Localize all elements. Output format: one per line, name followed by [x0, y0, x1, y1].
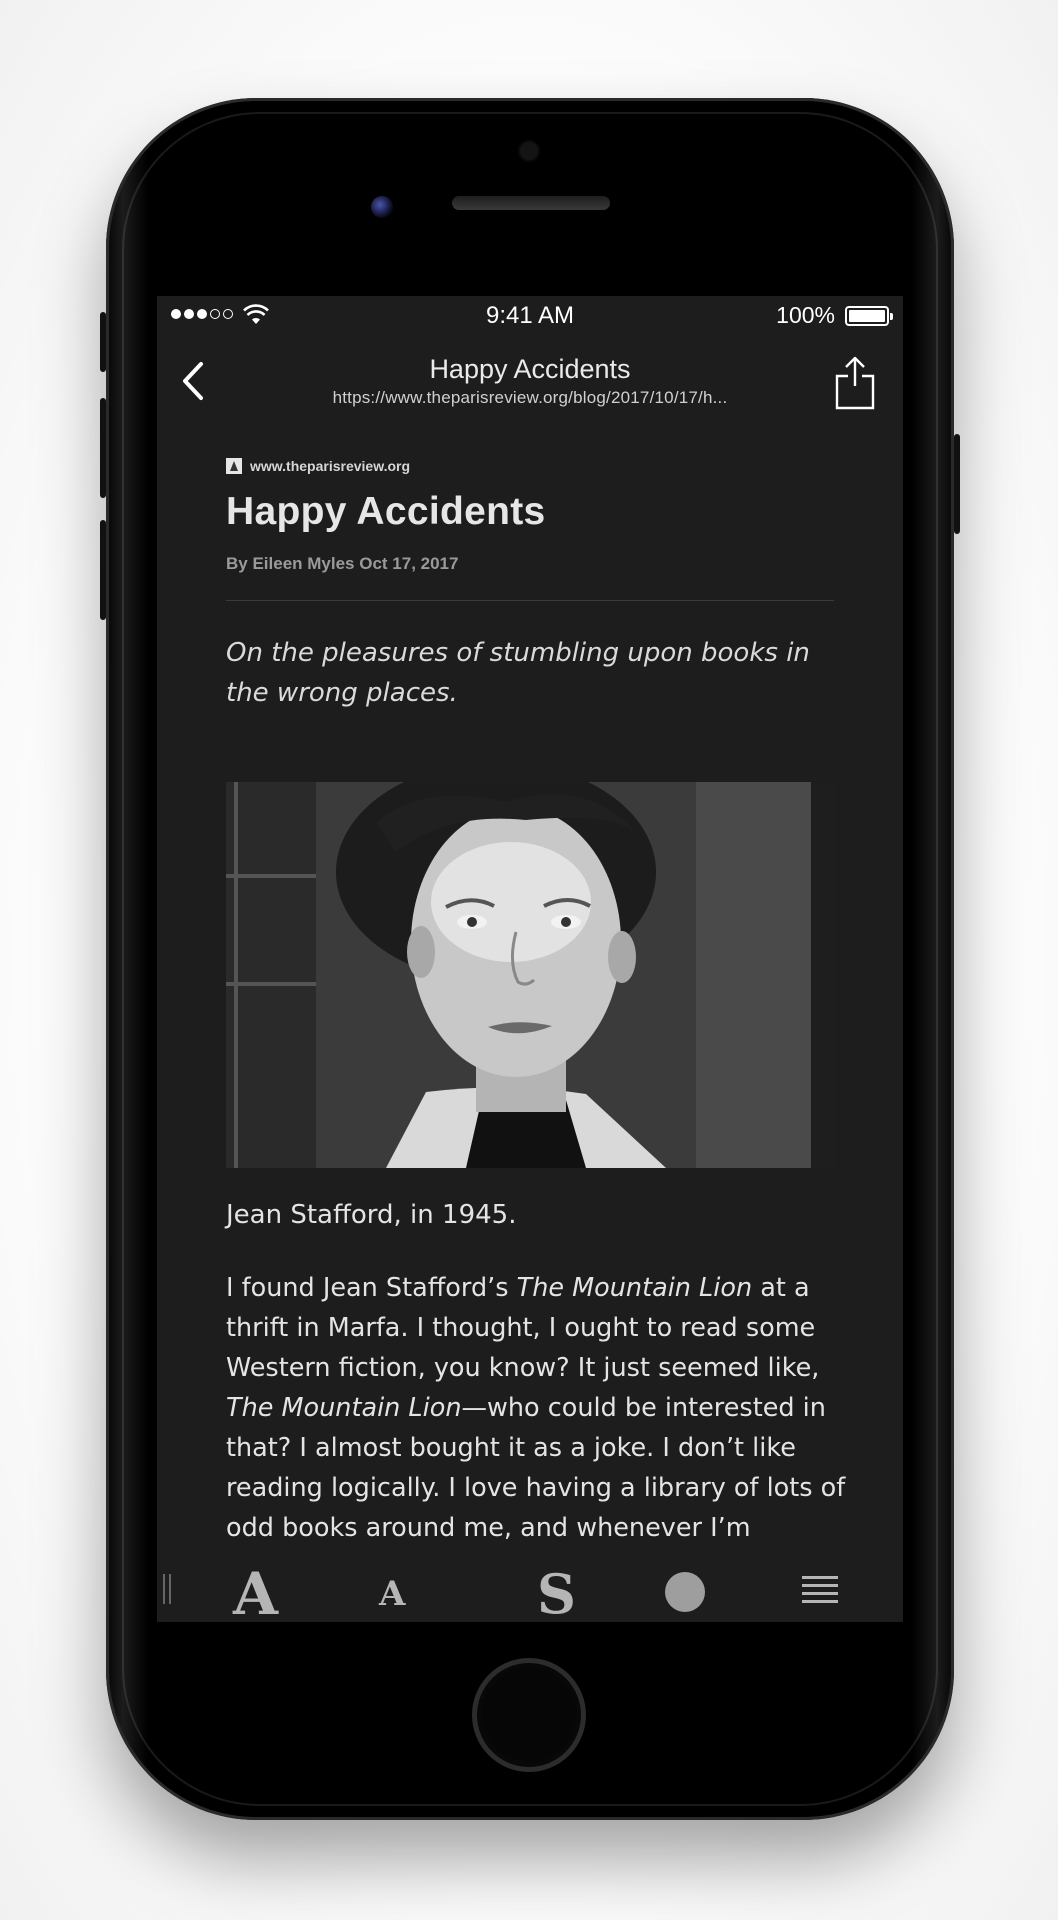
share-icon[interactable]: [833, 354, 877, 410]
volume-up-button: [100, 398, 106, 498]
source-row[interactable]: www.theparisreview.org: [226, 454, 726, 478]
screen: 9:41 AM 100% Happy Accidents https://www…: [157, 296, 903, 1622]
book-title: The Mountain Lion: [516, 1273, 753, 1303]
header-divider: [226, 600, 834, 601]
justify-lines-icon[interactable]: [802, 1574, 838, 1606]
drag-handle[interactable]: [163, 1574, 165, 1604]
increase-font-button[interactable]: A: [233, 1560, 278, 1622]
decrease-font-button[interactable]: A: [379, 1574, 405, 1614]
proximity-sensor: [520, 142, 538, 160]
article-byline: By Eileen Myles Oct 17, 2017: [226, 554, 459, 573]
article-dek: On the pleasures of stumbling upon books…: [226, 638, 810, 708]
volume-down-button: [100, 520, 106, 620]
article-header: www.theparisreview.org Happy Accidents B…: [226, 454, 834, 713]
nav-url: https://www.theparisreview.org/blog/2017…: [332, 388, 728, 407]
earpiece-speaker: [452, 196, 610, 210]
paris-review-favicon-icon: [226, 458, 242, 474]
portrait-illustration: [226, 782, 834, 1168]
photo-caption: Jean Stafford, in 1945.: [226, 1200, 517, 1230]
battery-icon: [845, 306, 893, 326]
article-body: I found Jean Stafford’s The Mountain Lio…: [226, 1273, 846, 1543]
status-bar: 9:41 AM 100%: [157, 296, 903, 336]
mute-switch: [100, 312, 106, 372]
power-button: [954, 434, 960, 534]
serif-font-button[interactable]: S: [537, 1562, 576, 1622]
article-headline: Happy Accidents: [226, 490, 546, 533]
book-title: The Mountain Lion: [226, 1393, 462, 1423]
reader-toolbar: A A S: [157, 1558, 903, 1622]
theme-circle-icon[interactable]: [665, 1572, 705, 1612]
article-photo: [226, 782, 834, 1168]
home-button[interactable]: [472, 1658, 586, 1772]
nav-title: Happy Accidents: [429, 354, 631, 384]
source-domain: www.theparisreview.org: [250, 458, 411, 474]
front-camera: [371, 196, 393, 218]
battery-percentage: 100%: [776, 302, 835, 328]
